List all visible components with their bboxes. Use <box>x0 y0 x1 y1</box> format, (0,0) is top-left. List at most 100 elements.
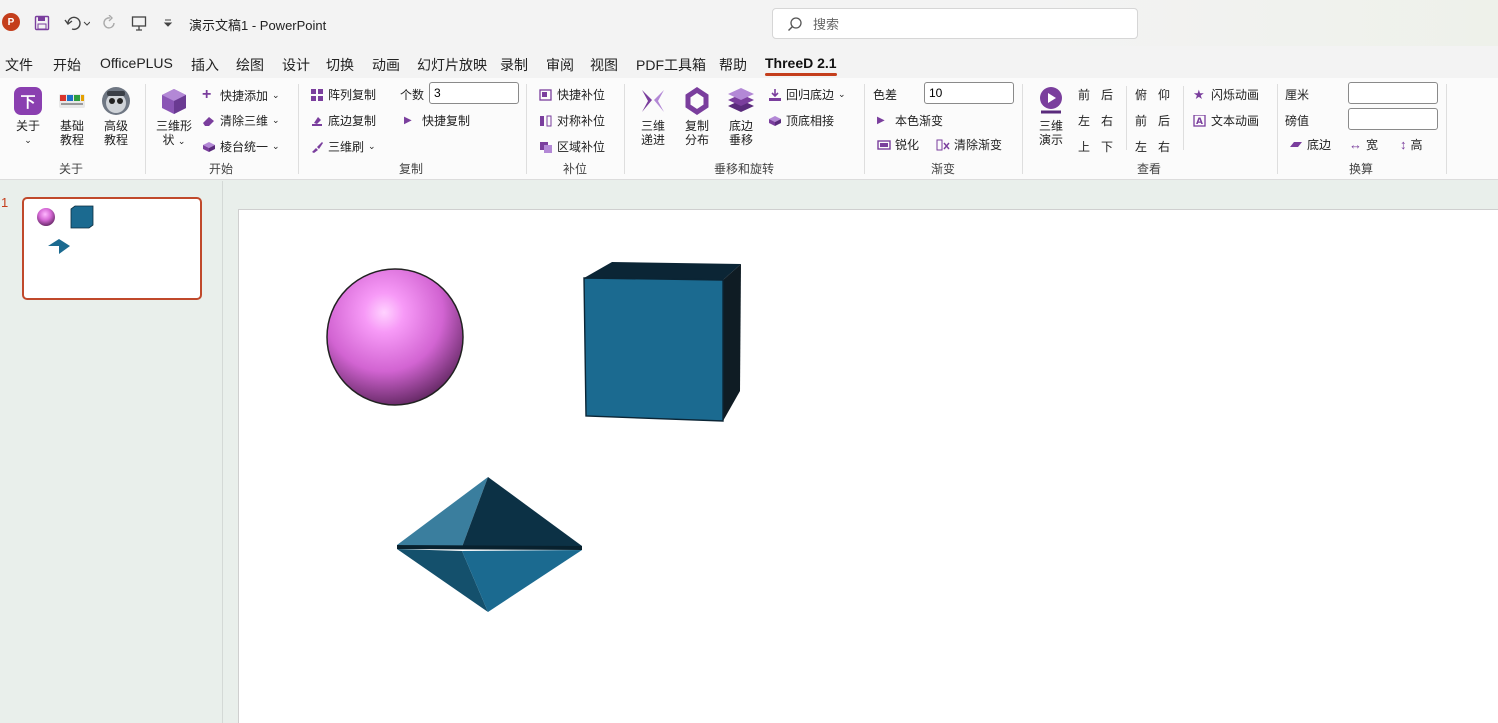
tab-file[interactable]: 文件 <box>5 55 33 75</box>
tab-home[interactable]: 开始 <box>53 55 81 75</box>
view-top-button[interactable]: 俯 <box>1135 86 1147 103</box>
play-circle-icon <box>1040 87 1062 114</box>
group-separator <box>624 84 625 174</box>
3d-octahedron[interactable] <box>397 477 582 612</box>
bevel-unify-label: 棱台统一 <box>220 140 269 154</box>
3d-cube[interactable] <box>583 262 741 422</box>
view-right2-button[interactable]: 右 <box>1158 138 1170 155</box>
3d-progression-button[interactable]: 三维 递进 <box>636 86 670 147</box>
3d-sphere[interactable] <box>326 268 464 406</box>
text-animation-button[interactable]: A 文本动画 <box>1193 112 1259 129</box>
about-button[interactable]: 下 关于 ⌄ <box>10 86 46 147</box>
search-placeholder: 搜索 <box>813 17 840 32</box>
tab-pdf-tools[interactable]: PDF工具箱 <box>636 55 706 75</box>
symmetric-fill-button[interactable]: 对称补位 <box>539 112 605 129</box>
return-base-button[interactable]: 回归底边 ⌄ <box>768 86 846 103</box>
cm-input[interactable] <box>1348 82 1438 104</box>
3d-demo-button[interactable]: 三维 演示 <box>1034 86 1068 147</box>
thumb-sphere <box>37 208 55 226</box>
area-fill-button[interactable]: 区域补位 <box>539 138 605 155</box>
flash-animation-button[interactable]: ★ 闪烁动画 <box>1193 86 1259 103</box>
basic-tutorial-button[interactable]: 基础 教程 <box>54 86 90 147</box>
top-base-connect-button[interactable]: 顶底相接 <box>768 112 834 129</box>
group-about-label: 关于 <box>58 162 84 176</box>
clear-gradient-button[interactable]: 清除渐变 <box>936 136 1002 153</box>
same-color-gradient-button[interactable]: ▶ 本色渐变 <box>877 112 943 129</box>
group-separator <box>864 84 865 174</box>
quick-fill-button[interactable]: 快捷补位 <box>539 86 605 103</box>
advanced-tutorial-label-1: 高级 <box>103 119 128 133</box>
convert-base-button[interactable]: 底边 <box>1289 136 1331 153</box>
save-icon[interactable] <box>32 12 52 34</box>
base-copy-label: 底边复制 <box>328 114 377 128</box>
base-copy-icon <box>312 116 322 126</box>
eraser-icon <box>203 116 214 126</box>
tab-view[interactable]: 视图 <box>590 55 618 75</box>
tab-animations[interactable]: 动画 <box>372 55 400 75</box>
view-bottom-button[interactable]: 仰 <box>1158 86 1170 103</box>
text-animation-label: 文本动画 <box>1211 114 1260 128</box>
text-animation-icon: A <box>1193 114 1206 127</box>
array-copy-button[interactable]: 阵列复制 <box>310 86 376 103</box>
quick-copy-button[interactable]: ▶ 快捷复制 <box>404 112 470 129</box>
pound-input[interactable] <box>1348 108 1438 130</box>
group-view-label: 查看 <box>1136 162 1162 176</box>
clear-3d-button[interactable]: 清除三维 ⌄ <box>202 112 280 129</box>
flash-animation-label: 闪烁动画 <box>1211 88 1260 102</box>
redo-icon[interactable] <box>100 12 120 34</box>
view-up-button[interactable]: 上 <box>1078 138 1090 155</box>
view-left-button[interactable]: 左 <box>1078 112 1090 129</box>
active-tab-indicator <box>765 73 837 76</box>
tab-slideshow[interactable]: 幻灯片放映 <box>417 55 487 75</box>
powerpoint-logo-icon: P <box>2 13 20 31</box>
basic-tutorial-label-1: 基础 <box>59 119 84 133</box>
progression-label-1: 三维 <box>640 119 665 133</box>
tab-draw[interactable]: 绘图 <box>236 55 264 75</box>
color-diff-input[interactable] <box>924 82 1014 104</box>
thumb-octahedron <box>48 239 70 254</box>
view-front2-button[interactable]: 前 <box>1135 112 1147 129</box>
view-front-button[interactable]: 前 <box>1078 86 1090 103</box>
undo-icon[interactable] <box>62 12 92 34</box>
3d-brush-button[interactable]: 三维刷 ⌄ <box>310 138 376 155</box>
customize-qat-icon[interactable] <box>160 12 176 34</box>
slide-canvas[interactable] <box>238 209 1498 723</box>
tab-insert[interactable]: 插入 <box>191 55 219 75</box>
group-move-label: 垂移和旋转 <box>713 162 775 176</box>
search-box[interactable]: 搜索 <box>772 8 1138 39</box>
tab-help[interactable]: 帮助 <box>719 55 747 75</box>
base-vertical-button[interactable]: 底边 垂移 <box>724 86 758 147</box>
view-down-button[interactable]: 下 <box>1101 138 1113 155</box>
slide-thumbnail[interactable] <box>22 197 202 300</box>
demo-label-2: 演示 <box>1038 133 1063 147</box>
base-copy-button[interactable]: 底边复制 <box>310 112 376 129</box>
sharpen-button[interactable]: 锐化 <box>877 136 919 153</box>
view-right-button[interactable]: 右 <box>1101 112 1113 129</box>
advanced-tutorial-button[interactable]: 高级 教程 <box>98 86 134 147</box>
group-separator <box>526 84 527 174</box>
thumb-cube <box>70 205 94 229</box>
bevel-unify-button[interactable]: 棱台统一 ⌄ <box>202 138 280 155</box>
subgroup-separator <box>1126 86 1127 150</box>
convert-width-button[interactable]: ↔ 宽 <box>1349 136 1378 153</box>
copy-distribute-button[interactable]: 复制 分布 <box>680 86 714 147</box>
count-input[interactable] <box>429 82 519 104</box>
quick-add-button[interactable]: + 快捷添加 ⌄ <box>202 86 280 104</box>
convert-height-button[interactable]: ↕ 高 <box>1400 136 1423 153</box>
3d-shape-button[interactable]: 三维形 状 ⌄ <box>153 86 195 148</box>
bevel-icon <box>203 141 215 152</box>
tab-record[interactable]: 录制 <box>500 55 528 75</box>
presenter-icon[interactable] <box>129 12 149 34</box>
tab-review[interactable]: 审阅 <box>546 55 574 75</box>
sharpen-label: 锐化 <box>895 138 920 152</box>
ring-icon <box>685 86 709 116</box>
tab-threed[interactable]: ThreeD 2.1 <box>765 55 837 71</box>
view-back2-button[interactable]: 后 <box>1158 112 1170 129</box>
tab-transitions[interactable]: 切换 <box>326 55 354 75</box>
view-left2-button[interactable]: 左 <box>1135 138 1147 155</box>
tab-officeplus[interactable]: OfficePLUS <box>100 55 173 71</box>
convert-height-label: 高 <box>1410 138 1423 152</box>
view-back-button[interactable]: 后 <box>1101 86 1113 103</box>
slide-shapes <box>326 262 741 612</box>
tab-design[interactable]: 设计 <box>282 55 310 75</box>
